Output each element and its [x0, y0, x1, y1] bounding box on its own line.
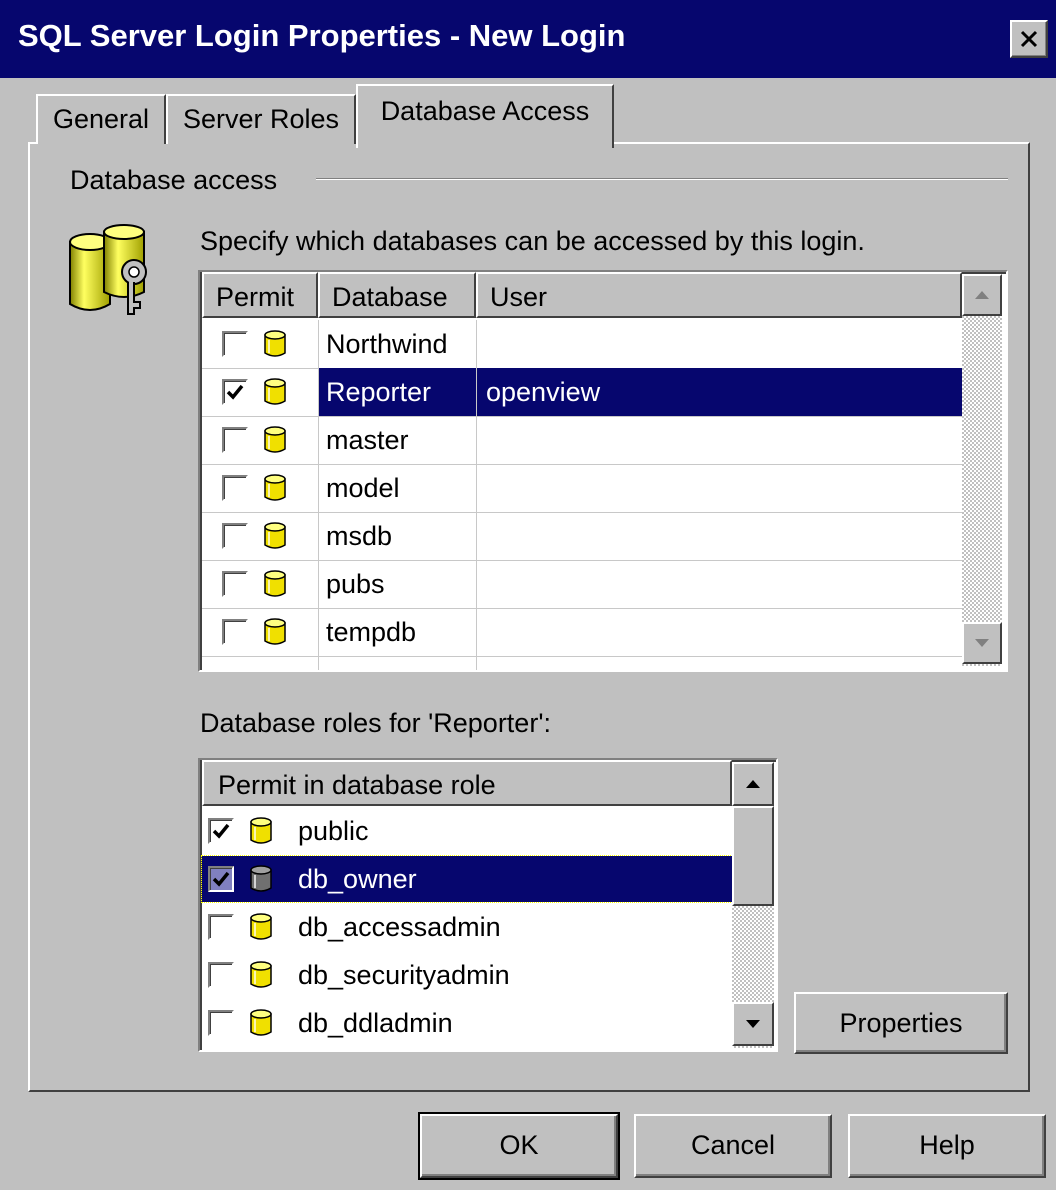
permit-checkbox[interactable]	[222, 475, 248, 501]
permit-checkbox[interactable]	[222, 523, 248, 549]
database-row[interactable]: msdb	[202, 512, 962, 560]
role-name: public	[298, 816, 369, 846]
database-row[interactable]: tempdb	[202, 608, 962, 656]
arrow-up-icon	[746, 780, 760, 788]
permit-checkbox[interactable]	[222, 379, 248, 405]
database-icon	[264, 330, 286, 358]
role-name: db_securityadmin	[298, 960, 510, 990]
tab-general[interactable]: General	[36, 94, 166, 144]
database-name: Reporter	[318, 368, 962, 416]
window-title: SQL Server Login Properties - New Login	[18, 18, 626, 53]
database-user: openview	[486, 377, 601, 407]
database-name: master	[326, 425, 409, 455]
column-header-user[interactable]: User	[476, 272, 962, 318]
database-role-icon	[250, 865, 272, 893]
database-role-icon	[250, 817, 272, 845]
database-key-icon	[69, 224, 147, 315]
group-label: Database access	[70, 165, 282, 196]
role-row[interactable]: public	[202, 808, 732, 854]
database-name: msdb	[326, 521, 393, 551]
role-row[interactable]: db_securityadmin	[202, 952, 732, 998]
database-row[interactable]: model	[202, 464, 962, 512]
tab-server-roles[interactable]: Server Roles	[166, 94, 356, 144]
database-list[interactable]: Permit Database User Northwind Reporter op…	[198, 270, 1008, 672]
database-name: model	[326, 473, 400, 503]
role-name: db_ddladmin	[298, 1008, 453, 1038]
arrow-down-icon	[746, 1020, 760, 1028]
properties-button[interactable]: Properties	[794, 992, 1008, 1054]
scroll-thumb[interactable]	[732, 806, 774, 906]
scroll-down-button[interactable]	[732, 1002, 774, 1046]
database-icon	[264, 474, 286, 502]
database-row[interactable]: Northwind	[202, 320, 962, 368]
role-name: db_accessadmin	[298, 912, 501, 942]
database-icon	[264, 426, 286, 454]
database-name: Northwind	[326, 329, 448, 359]
permit-checkbox[interactable]	[222, 331, 248, 357]
database-icon	[264, 570, 286, 598]
close-button[interactable]	[1010, 20, 1048, 58]
role-checkbox[interactable]	[208, 818, 234, 844]
database-role-icon	[250, 961, 272, 989]
database-icon	[264, 522, 286, 550]
database-icon	[264, 378, 286, 406]
database-row[interactable]: Reporter openview	[202, 368, 962, 416]
roles-list-scrollbar[interactable]	[732, 762, 774, 1048]
roles-label: Database roles for 'Reporter':	[200, 708, 551, 738]
database-name: tempdb	[326, 617, 417, 647]
group-divider	[316, 178, 1008, 180]
database-row[interactable]: master	[202, 416, 962, 464]
role-checkbox[interactable]	[208, 962, 234, 988]
arrow-up-icon	[975, 291, 989, 299]
tab-label: Database Access	[380, 96, 590, 126]
permit-checkbox[interactable]	[222, 427, 248, 453]
role-checkbox[interactable]	[208, 1010, 234, 1036]
databases-prompt: Specify which databases can be accessed …	[200, 226, 865, 256]
column-header-database[interactable]: Database	[318, 272, 476, 318]
scroll-down-button[interactable]	[962, 622, 1002, 664]
column-header-permit-role[interactable]: Permit in database role	[202, 760, 732, 806]
role-row[interactable]: db_accessadmin	[202, 904, 732, 950]
database-role-icon	[250, 913, 272, 941]
role-name: db_owner	[298, 864, 417, 894]
ok-button[interactable]: OK	[418, 1112, 620, 1180]
database-role-icon	[250, 1009, 272, 1037]
database-row[interactable]: pubs	[202, 560, 962, 608]
role-row[interactable]: db_ddladmin	[202, 1000, 732, 1046]
role-row[interactable]: db_owner	[201, 855, 733, 903]
cancel-button[interactable]: Cancel	[634, 1114, 832, 1178]
tab-label: Server Roles	[182, 104, 340, 134]
tab-database-access[interactable]: Database Access	[356, 84, 614, 148]
close-icon	[1020, 30, 1038, 48]
role-checkbox[interactable]	[208, 914, 234, 940]
database-list-scrollbar[interactable]	[962, 274, 1002, 666]
help-button[interactable]: Help	[848, 1114, 1046, 1178]
role-checkbox[interactable]	[208, 866, 234, 892]
scroll-up-button[interactable]	[962, 274, 1002, 316]
database-roles-list[interactable]: Permit in database role public db_ownerdb…	[198, 758, 778, 1052]
database-name: pubs	[326, 569, 385, 599]
scroll-up-button[interactable]	[732, 762, 774, 806]
database-icon	[264, 618, 286, 646]
column-header-permit[interactable]: Permit	[202, 272, 318, 318]
permit-checkbox[interactable]	[222, 571, 248, 597]
arrow-down-icon	[975, 639, 989, 647]
tab-label: General	[52, 104, 150, 134]
permit-checkbox[interactable]	[222, 619, 248, 645]
